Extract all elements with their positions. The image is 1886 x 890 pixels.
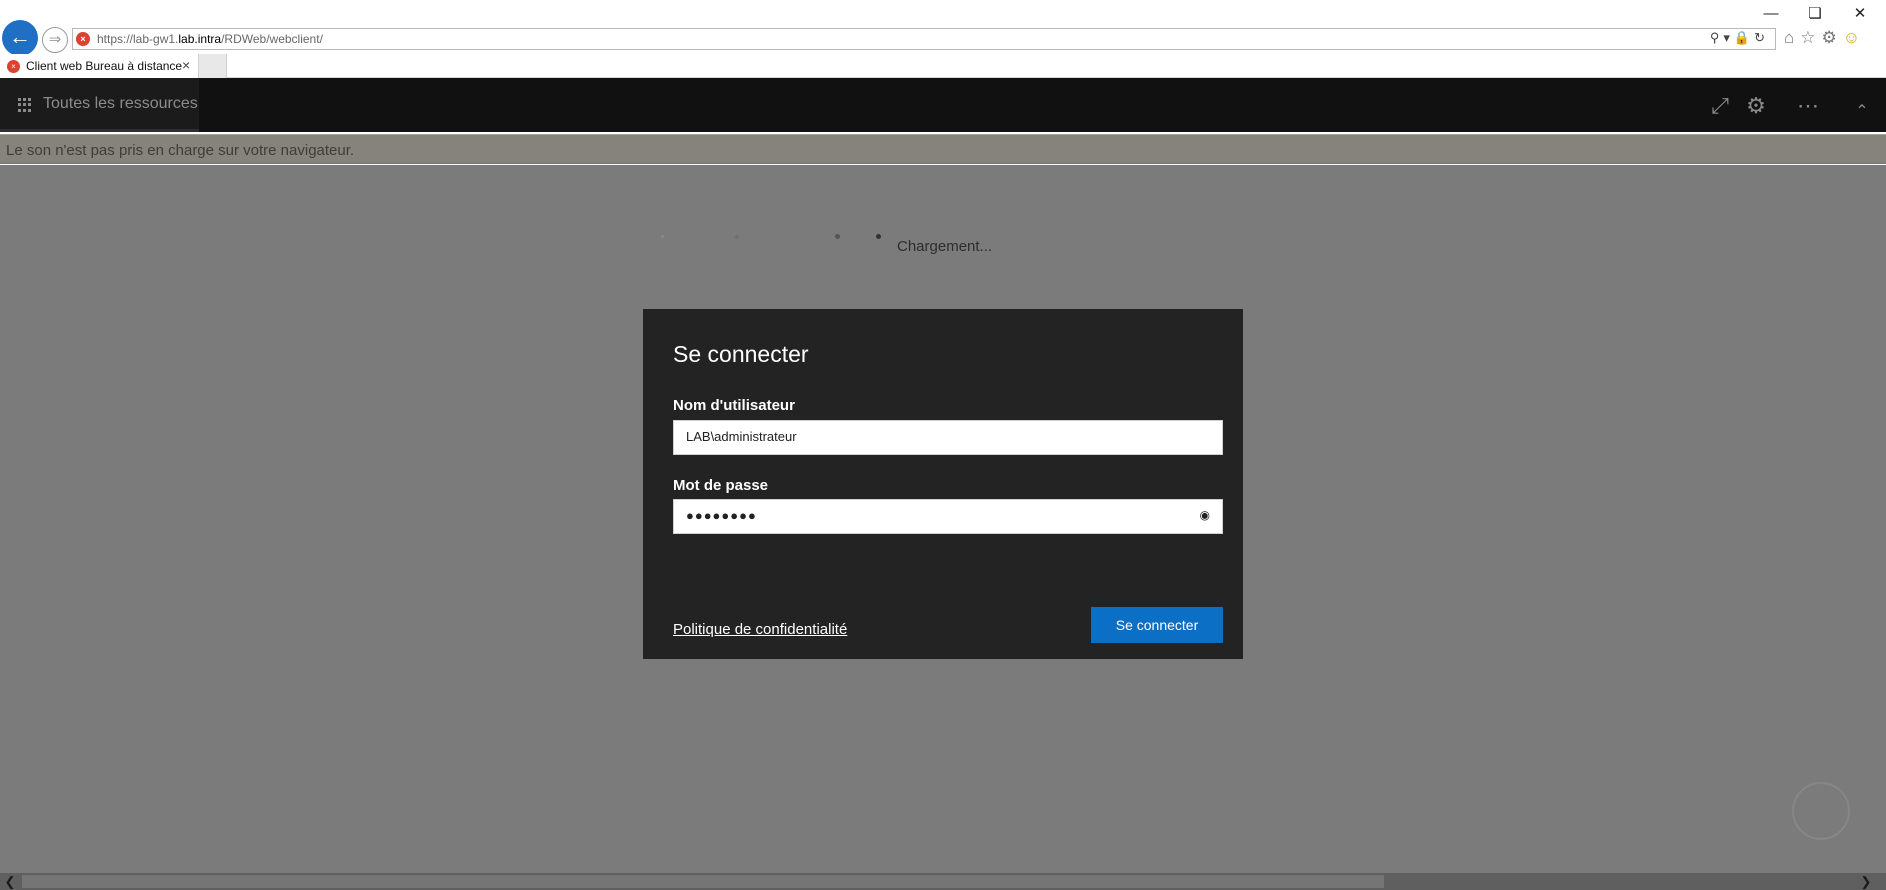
address-bar-actions: ⚲▾🔒↻ — [1710, 30, 1769, 46]
url-path: /RDWeb/webclient/ — [221, 32, 323, 46]
url-host: lab.intra — [178, 32, 222, 46]
tab-favicon-icon: × — [7, 60, 20, 73]
loading-dot — [835, 234, 840, 239]
fullscreen-expand-icon[interactable]: ⤢ — [1706, 92, 1734, 120]
app-header: Toutes les ressources ⤢ ⚙ ⋯ ⌃ — [0, 78, 1886, 132]
loading-text: Chargement... — [897, 238, 993, 255]
loading-dot — [876, 234, 881, 239]
restore-icon[interactable]: ❏ — [1793, 2, 1837, 26]
tab-title: Client web Bureau à distance — [26, 59, 183, 73]
browser-tab[interactable]: × Client web Bureau à distance × — [0, 54, 199, 78]
collapse-chevron-icon[interactable]: ⌃ — [1848, 98, 1876, 126]
dropdown-icon[interactable]: ▾ — [1723, 30, 1734, 45]
username-input[interactable] — [686, 429, 1186, 444]
scroll-left-icon[interactable]: ❮ — [0, 873, 20, 890]
search-icon[interactable]: ⚲ — [1710, 30, 1724, 45]
address-bar[interactable]: × https://lab-gw1.lab.intra/RDWeb/webcli… — [72, 28, 1776, 50]
scrollbar-thumb[interactable] — [22, 875, 1384, 888]
certificate-error-icon[interactable]: × — [76, 32, 90, 46]
new-tab-button[interactable] — [199, 54, 227, 78]
scroll-right-icon[interactable]: ❯ — [1856, 873, 1876, 890]
forward-button[interactable]: ⇒ — [42, 27, 68, 53]
password-field[interactable]: ◉ — [673, 499, 1223, 534]
loading-indicator: Chargement... — [0, 165, 1886, 255]
more-options-icon[interactable]: ⋯ — [1794, 92, 1822, 120]
lock-icon[interactable]: 🔒 — [1734, 30, 1754, 45]
favorites-star-icon[interactable]: ☆ — [1800, 28, 1821, 47]
reveal-password-eye-icon[interactable]: ◉ — [1200, 508, 1210, 522]
back-arrow-icon: ← — [9, 24, 31, 49]
watermark-logo — [1792, 782, 1850, 840]
forward-arrow-icon: ⇒ — [48, 31, 62, 48]
privacy-policy-link[interactable]: Politique de confidentialité — [673, 621, 847, 638]
gear-icon[interactable]: ⚙ — [1822, 28, 1843, 47]
url-prefix: https://lab-gw1. — [97, 32, 179, 46]
browser-toolbar: — ❏ ✕ ← ⇒ × https://lab-gw1.lab.intra/RD… — [0, 0, 1886, 56]
dialog-title: Se connecter — [673, 341, 809, 367]
audio-notice-bar: Le son n'est pas pris en charge sur votr… — [0, 134, 1886, 164]
home-icon[interactable]: ⌂ — [1784, 28, 1800, 47]
all-resources-label: Toutes les ressources — [43, 95, 198, 112]
audio-notice-text: Le son n'est pas pris en charge sur votr… — [6, 142, 355, 159]
settings-gear-icon[interactable]: ⚙ — [1742, 92, 1770, 120]
password-input[interactable] — [686, 508, 1186, 523]
back-button[interactable]: ← — [2, 20, 38, 56]
address-url[interactable]: https://lab-gw1.lab.intra/RDWeb/webclien… — [97, 32, 323, 46]
feedback-smiley-icon[interactable]: ☺ — [1843, 28, 1866, 47]
username-field[interactable] — [673, 420, 1223, 455]
refresh-icon[interactable]: ↻ — [1754, 30, 1769, 45]
sign-in-button[interactable]: Se connecter — [1091, 607, 1223, 643]
apps-grid-icon — [18, 98, 32, 112]
loading-dot — [661, 235, 664, 238]
tab-close-icon[interactable]: × — [182, 57, 190, 73]
tab-strip: × Client web Bureau à distance × — [0, 54, 1886, 78]
minimize-icon[interactable]: — — [1749, 2, 1793, 26]
close-window-icon[interactable]: ✕ — [1838, 2, 1882, 26]
loading-dot — [735, 235, 739, 239]
password-label: Mot de passe — [673, 477, 769, 494]
browser-tools: ⌂☆⚙☺ — [1784, 28, 1866, 48]
username-label: Nom d'utilisateur — [673, 397, 795, 414]
login-dialog: Se connecter Nom d'utilisateur Mot de pa… — [643, 309, 1243, 659]
horizontal-scrollbar[interactable]: ❮ ❯ — [0, 873, 1886, 890]
all-resources-tab[interactable]: Toutes les ressources — [0, 78, 199, 132]
